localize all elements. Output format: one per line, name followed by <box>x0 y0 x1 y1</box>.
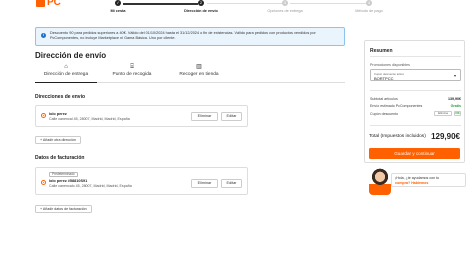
tab-label: Dirección de entrega <box>43 72 89 77</box>
help-bubble[interactable]: ¡Hola, ¿te ayudamos con tu compra? Hable… <box>391 173 466 187</box>
tab-recoger-tienda[interactable]: ▥ Recoger en tienda <box>168 64 230 83</box>
top-bar: PC ✓ Mi cesta 2 Dirección de envío 3 Opc… <box>0 0 475 18</box>
coupon-remove-button[interactable]: Elimina <box>434 111 452 116</box>
checkout-stepper: ✓ Mi cesta 2 Dirección de envío 3 Opcion… <box>110 0 440 18</box>
save-continue-button[interactable]: Guardar y continuar <box>369 148 460 159</box>
step-connector <box>290 3 368 4</box>
add-address-button[interactable]: + Añadir otra dirección <box>35 136 81 144</box>
page-title: Dirección de envío <box>35 51 107 60</box>
delete-address-button[interactable]: Eliminar <box>191 112 218 121</box>
delete-billing-button[interactable]: Eliminar <box>191 179 218 188</box>
billing-address-card[interactable]: Predeterminado lolo perez #58810S91 Call… <box>35 167 248 195</box>
info-icon: i <box>41 33 46 38</box>
step-connector <box>123 3 198 5</box>
help-widget[interactable]: ¡Hola, ¿te ayudamos con tu compra? Hable… <box>369 167 470 197</box>
shipping-row: Envío estimado PcComponentes Gratis <box>370 104 461 110</box>
shipping-address-card[interactable]: lolo perez Calle canencal 45, 28007, Mad… <box>35 105 248 127</box>
banner-text: Descuento 90 para pedidos superiores a 4… <box>50 31 316 40</box>
step-2-label: Dirección de envío <box>184 9 218 13</box>
address-radio[interactable] <box>41 113 46 118</box>
shipping-section-title: Direcciones de envío <box>35 94 86 100</box>
step-1-dot: ✓ <box>115 0 121 6</box>
chevron-down-icon: ▾ <box>453 73 456 78</box>
step-4-dot: 4 <box>366 0 372 6</box>
edit-address-button[interactable]: Editar <box>221 112 242 121</box>
help-chat-link[interactable]: Hablemos <box>411 181 428 185</box>
coupon-label: Cupón descuento <box>370 112 399 116</box>
store-icon: ⌸ <box>130 64 134 70</box>
step-3-dot: 3 <box>282 0 288 6</box>
divider <box>370 90 461 91</box>
subtotal-row: Subtotal artículos 139,90€ <box>370 97 461 103</box>
subtotal-label: Subtotal artículos <box>370 97 398 101</box>
step-2-dot: 2 <box>198 0 204 6</box>
promo-select-value: BORTPCC <box>374 75 394 81</box>
subtotal-value: 139,90€ <box>448 97 461 101</box>
total-label: Total (Impuestos incluidos) <box>369 134 426 139</box>
promo-label: Promociones disponibles <box>370 63 410 67</box>
summary-title: Resumen <box>370 48 393 54</box>
total-value: 129,90€ <box>431 132 460 141</box>
delivery-method-tabs: ⌂ Dirección de entrega ⌸ Punto de recogi… <box>35 64 345 83</box>
home-icon: ⌂ <box>64 64 68 70</box>
divider <box>370 125 461 126</box>
step-3-label: Opciones de entrega <box>267 9 303 13</box>
shipping-value: Gratis <box>450 104 461 108</box>
agent-avatar <box>369 167 391 195</box>
add-billing-button[interactable]: + Añadir datos de facturación <box>35 205 92 213</box>
help-link[interactable]: compra? <box>395 181 410 185</box>
divider <box>370 56 461 57</box>
step-connector <box>207 3 282 4</box>
order-summary: Resumen Promociones disponibles Cupón de… <box>364 40 465 163</box>
step-1-label: Mi cesta <box>110 9 126 13</box>
logo-text: PC <box>47 0 61 8</box>
brand-logo[interactable]: PC <box>36 0 61 8</box>
address-name: lolo perez <box>49 112 67 116</box>
billing-name: lolo perez #58810S91 <box>49 179 88 183</box>
billing-section-title: Datos de facturación <box>35 155 85 161</box>
address-line: Calle canencal 45, 28007, Madrid, Madrid… <box>49 117 130 121</box>
coupon-ok-button[interactable]: OK <box>454 111 461 116</box>
billing-radio[interactable] <box>41 180 46 185</box>
logo-mark-icon <box>36 0 45 7</box>
billing-line: Calle canencalo 45, 28007, Madrid, Madri… <box>49 184 132 188</box>
promo-info-banner: i Descuento 90 para pedidos superiores a… <box>35 27 345 46</box>
tab-punto-recogida[interactable]: ⌸ Punto de recogida <box>101 64 163 83</box>
tab-label: Recoger en tienda <box>179 72 219 77</box>
coupon-row: Cupón descuento Elimina OK <box>370 111 461 118</box>
promo-select[interactable]: Cupón descuento activo BORTPCC ▾ <box>370 69 461 81</box>
shop-icon: ▥ <box>196 64 202 70</box>
help-line-2: compra? Hablemos <box>395 181 462 186</box>
total-row: Total (Impuestos incluidos) 129,90€ <box>369 132 460 142</box>
step-4-label: Método de pago <box>355 9 383 13</box>
shipping-label: Envío estimado PcComponentes <box>370 104 423 108</box>
tab-direccion-entrega[interactable]: ⌂ Dirección de entrega <box>35 64 97 83</box>
default-badge: Predeterminado <box>49 172 78 177</box>
edit-billing-button[interactable]: Editar <box>221 179 242 188</box>
tab-label: Punto de recogida <box>112 72 152 77</box>
